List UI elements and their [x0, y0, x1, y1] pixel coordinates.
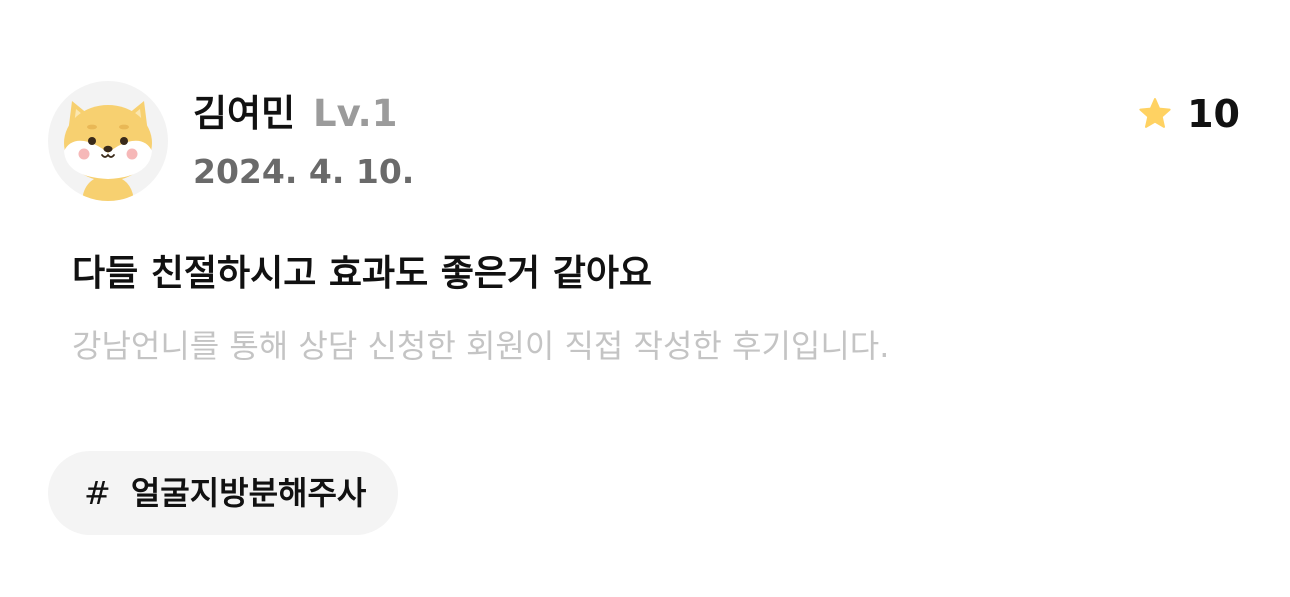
review-card: 김여민 Lv.1 2024. 4. 10. 10 다들 친절하시고 효과도 좋은…	[0, 0, 1290, 597]
points-value: 10	[1187, 92, 1240, 136]
hash-icon: #	[84, 474, 111, 512]
avatar[interactable]	[48, 81, 168, 201]
tag-chip[interactable]: # 얼굴지방분해주사	[48, 451, 399, 535]
author-name: 김여민	[193, 92, 296, 135]
points-indicator: 10	[1137, 90, 1240, 138]
review-title: 다들 친절하시고 효과도 좋은거 같아요	[72, 253, 653, 294]
review-verification-notice: 강남언니를 통해 상담 신청한 회원이 직접 작성한 후기입니다.	[72, 327, 890, 365]
star-icon	[1139, 98, 1171, 128]
author-level-badge: Lv.1	[313, 92, 398, 135]
review-date: 2024. 4. 10.	[193, 152, 415, 191]
shiba-dog-avatar-icon	[64, 101, 152, 201]
tag-label: 얼굴지방분해주사	[130, 474, 367, 512]
